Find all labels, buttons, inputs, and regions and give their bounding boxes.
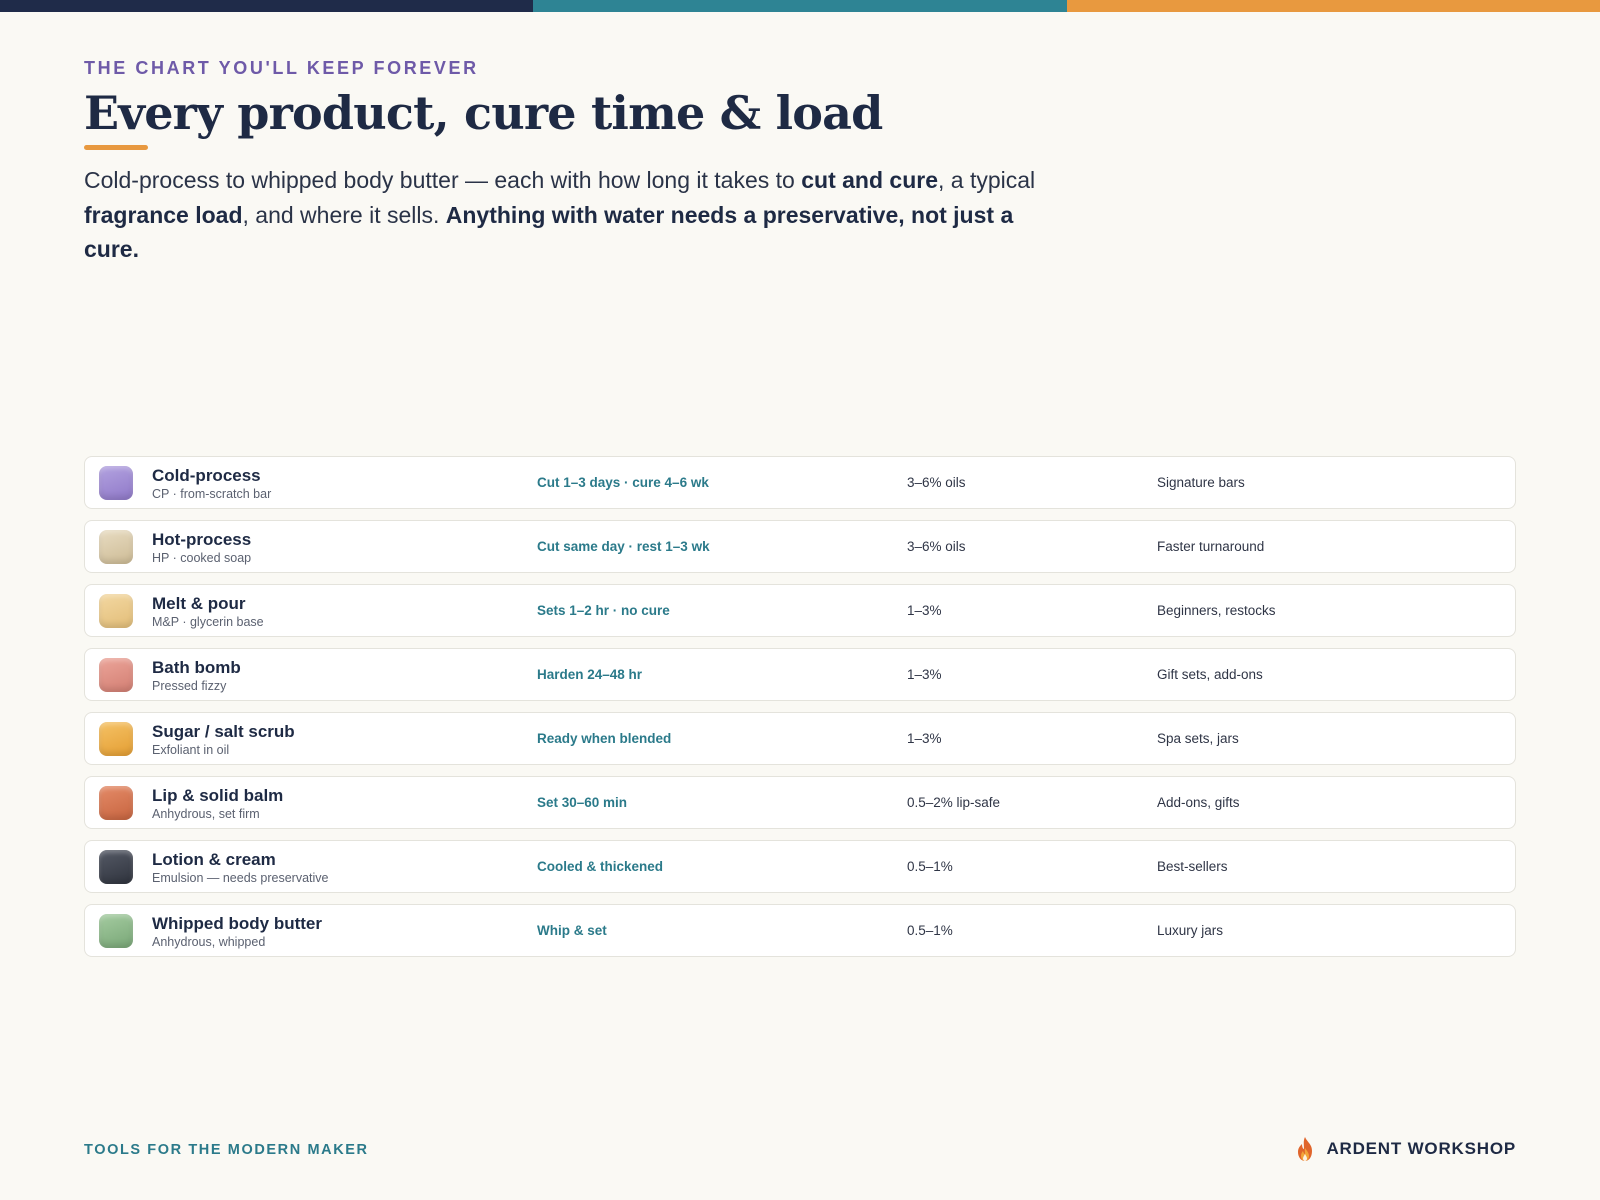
- footer-tagline: TOOLS FOR THE MODERN MAKER: [84, 1142, 369, 1158]
- product-swatch: [99, 594, 133, 628]
- brand-name: ARDENT WORKSHOP: [1326, 1139, 1516, 1158]
- product-table: Cold-process CP · from-scratch bar Cut 1…: [84, 456, 1516, 968]
- fragrance-load: 3–6% oils: [907, 475, 966, 490]
- product-name: Lotion & cream: [152, 850, 276, 869]
- table-row: Bath bomb Pressed fizzy Harden 24–48 hr …: [84, 648, 1516, 701]
- cure-time: Whip & set: [537, 923, 607, 938]
- table-row: Lip & solid balm Anhydrous, set firm Set…: [84, 776, 1516, 829]
- fragrance-load: 0.5–2% lip-safe: [907, 795, 1001, 810]
- fragrance-load: 1–3%: [907, 731, 942, 746]
- fragrance-load: 0.5–1%: [907, 923, 953, 938]
- product-subtitle: Anhydrous, set firm: [152, 807, 260, 821]
- intro-bold-cut-and-cure: cut and cure: [801, 167, 938, 193]
- product-name: Melt & pour: [152, 594, 246, 613]
- product-swatch: [99, 914, 133, 948]
- product-name: Cold-process: [152, 466, 261, 485]
- intro-paragraph: Cold-process to whipped body butter — ea…: [84, 163, 1074, 267]
- where-it-sells: Signature bars: [1157, 475, 1245, 490]
- where-it-sells: Luxury jars: [1157, 923, 1224, 938]
- fragrance-load: 0.5–1%: [907, 859, 953, 874]
- product-name: Whipped body butter: [152, 914, 322, 933]
- table-row: Lotion & cream Emulsion — needs preserva…: [84, 840, 1516, 893]
- fragrance-load: 3–6% oils: [907, 539, 966, 554]
- product-swatch: [99, 658, 133, 692]
- product-name: Sugar / salt scrub: [152, 722, 295, 741]
- product-swatch: [99, 786, 133, 820]
- top-bar-orange-segment: [1066, 0, 1600, 12]
- cure-time: Sets 1–2 hr · no cure: [537, 603, 670, 618]
- intro-text-2: , a typical: [938, 167, 1036, 193]
- product-name: Hot-process: [152, 530, 252, 549]
- title-underline: [84, 145, 148, 150]
- fragrance-load: 1–3%: [907, 603, 942, 618]
- top-bar-navy-segment: [0, 0, 534, 12]
- product-swatch: [99, 466, 133, 500]
- eyebrow-label: THE CHART YOU'LL KEEP FOREVER: [84, 58, 479, 78]
- top-bar-teal-segment: [533, 0, 1067, 12]
- where-it-sells: Faster turnaround: [1157, 539, 1265, 554]
- where-it-sells: Beginners, restocks: [1157, 603, 1276, 618]
- cure-time: Harden 24–48 hr: [537, 667, 643, 682]
- product-subtitle: Exfoliant in oil: [152, 743, 230, 757]
- product-swatch: [99, 850, 133, 884]
- table-row: Cold-process CP · from-scratch bar Cut 1…: [84, 456, 1516, 509]
- page-title: Every product, cure time & load: [84, 86, 883, 140]
- intro-bold-fragrance-load: fragrance load: [84, 201, 243, 228]
- product-swatch: [99, 722, 133, 756]
- cure-time: Ready when blended: [537, 731, 672, 746]
- cure-time: Cooled & thickened: [537, 859, 664, 874]
- where-it-sells: Spa sets, jars: [1157, 731, 1239, 746]
- product-subtitle: Pressed fizzy: [152, 679, 227, 693]
- product-subtitle: M&P · glycerin base: [152, 615, 264, 629]
- where-it-sells: Best-sellers: [1157, 859, 1228, 874]
- cure-time: Cut 1–3 days · cure 4–6 wk: [537, 475, 709, 490]
- where-it-sells: Gift sets, add-ons: [1157, 667, 1263, 682]
- cure-time: Cut same day · rest 1–3 wk: [537, 539, 710, 554]
- product-name: Bath bomb: [152, 658, 241, 677]
- product-name: Lip & solid balm: [152, 786, 284, 805]
- cure-time: Set 30–60 min: [537, 795, 628, 810]
- product-subtitle: CP · from-scratch bar: [152, 487, 272, 501]
- intro-text-3: , and where it sells.: [242, 201, 446, 228]
- intro-text-1: Cold-process to whipped body butter — ea…: [84, 167, 802, 193]
- product-swatch: [99, 530, 133, 564]
- table-row: Sugar / salt scrub Exfoliant in oil Read…: [84, 712, 1516, 765]
- table-row: Whipped body butter Anhydrous, whipped W…: [84, 904, 1516, 957]
- product-subtitle: HP · cooked soap: [152, 551, 252, 565]
- top-color-bar: [0, 0, 1600, 12]
- product-subtitle: Emulsion — needs preservative: [152, 871, 329, 885]
- footer-brand: ARDENT WORKSHOP: [1294, 1136, 1516, 1162]
- table-row: Hot-process HP · cooked soap Cut same da…: [84, 520, 1516, 573]
- where-it-sells: Add-ons, gifts: [1157, 795, 1240, 810]
- product-subtitle: Anhydrous, whipped: [152, 935, 266, 949]
- table-row: Melt & pour M&P · glycerin base Sets 1–2…: [84, 584, 1516, 637]
- fragrance-load: 1–3%: [907, 667, 942, 682]
- flame-icon: [1298, 1137, 1313, 1161]
